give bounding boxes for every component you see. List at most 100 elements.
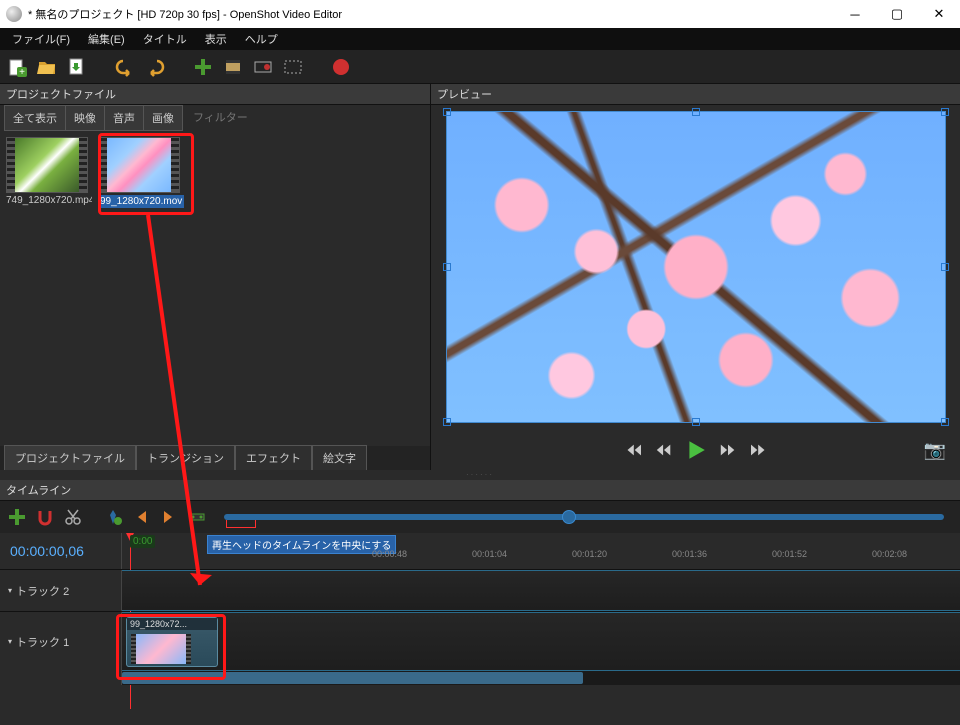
undo-button[interactable]: [114, 56, 136, 78]
new-project-button[interactable]: +: [6, 56, 28, 78]
export-button[interactable]: [330, 56, 352, 78]
prev-marker-button[interactable]: [130, 506, 152, 528]
track-label: トラック 1: [16, 634, 69, 650]
zoom-range-marker: [226, 520, 256, 528]
transform-handle[interactable]: [443, 418, 451, 426]
ruler-tick: 00:01:36: [672, 549, 707, 559]
file-label: 99_1280x720.mov: [98, 195, 184, 208]
playback-controls: 📷: [431, 430, 960, 470]
timeline-clip[interactable]: 99_1280x72...: [126, 617, 218, 667]
redo-button[interactable]: [144, 56, 166, 78]
main-toolbar: +: [0, 50, 960, 84]
track-header[interactable]: ▾ トラック 2: [0, 570, 122, 611]
add-track-button[interactable]: [6, 506, 28, 528]
ruler-tick: 00:02:08: [872, 549, 907, 559]
file-thumbnail-icon: [6, 137, 88, 193]
minimize-button[interactable]: ─: [834, 0, 876, 28]
transform-handle[interactable]: [692, 418, 700, 426]
transform-handle[interactable]: [941, 108, 949, 116]
maximize-button[interactable]: ▢: [876, 0, 918, 28]
tab-effects[interactable]: エフェクト: [235, 445, 312, 470]
film-strip-button[interactable]: [222, 56, 244, 78]
next-marker-button[interactable]: [158, 506, 180, 528]
timeline-header: タイムライン: [0, 480, 960, 501]
center-playhead-button[interactable]: [186, 506, 208, 528]
tab-transitions[interactable]: トランジション: [136, 445, 235, 470]
snapshot-button[interactable]: 📷: [924, 440, 946, 461]
filter-bar: 全て表示 映像 音声 画像: [0, 105, 430, 131]
zoom-slider[interactable]: [224, 514, 944, 520]
play-button[interactable]: [685, 439, 707, 461]
timeline-ruler[interactable]: 0:00 再生ヘッドのタイムラインを中央にする 00:00:48 00:01:0…: [122, 533, 960, 569]
ruler-tick: 00:01:04: [472, 549, 507, 559]
track-body[interactable]: 99_1280x72...: [122, 612, 960, 671]
menu-bar: ファイル(F) 編集(E) タイトル 表示 ヘルプ: [0, 28, 960, 50]
track-row: ▾ トラック 1 99_1280x72...: [0, 611, 960, 671]
marker-button[interactable]: [102, 506, 124, 528]
menu-title[interactable]: タイトル: [135, 29, 195, 49]
fullscreen-button[interactable]: [282, 56, 304, 78]
filter-video[interactable]: 映像: [66, 105, 105, 131]
jump-start-button[interactable]: [621, 439, 643, 461]
tab-emoji[interactable]: 絵文字: [312, 445, 367, 470]
timeline-toolbar: [0, 501, 960, 533]
track-label: トラック 2: [16, 583, 69, 599]
ruler-tick: 00:01:20: [572, 549, 607, 559]
open-project-button[interactable]: [36, 56, 58, 78]
track-body[interactable]: [122, 570, 960, 611]
profile-button[interactable]: [252, 56, 274, 78]
scrollbar-thumb[interactable]: [122, 672, 583, 684]
track-header[interactable]: ▾ トラック 1: [0, 612, 122, 671]
window-titlebar: * 無名のプロジェクト [HD 720p 30 fps] - OpenShot …: [0, 0, 960, 28]
menu-file[interactable]: ファイル(F): [4, 29, 78, 49]
project-files-body[interactable]: 749_1280x720.mp4 99_1280x720.mov: [0, 131, 430, 446]
file-item[interactable]: 749_1280x720.mp4: [6, 137, 92, 206]
ruler-start-marker: 0:00: [130, 535, 155, 548]
tab-project-files[interactable]: プロジェクトファイル: [4, 445, 136, 470]
preview-image: [447, 112, 945, 422]
splitter-handle[interactable]: ······: [0, 470, 960, 480]
jump-end-button[interactable]: [749, 439, 771, 461]
save-project-button[interactable]: [66, 56, 88, 78]
transform-handle[interactable]: [443, 263, 451, 271]
chevron-down-icon: ▾: [8, 586, 12, 595]
ruler-tooltip: 再生ヘッドのタイムラインを中央にする: [207, 535, 396, 554]
snap-button[interactable]: [34, 506, 56, 528]
window-title: * 無名のプロジェクト [HD 720p 30 fps] - OpenShot …: [28, 6, 342, 22]
clip-title: 99_1280x72...: [127, 618, 217, 630]
chevron-down-icon: ▾: [8, 637, 12, 646]
preview-header: プレビュー: [431, 84, 960, 105]
import-file-button[interactable]: [192, 56, 214, 78]
zoom-slider-knob[interactable]: [562, 510, 576, 524]
filter-input[interactable]: [189, 110, 426, 126]
rewind-button[interactable]: [653, 439, 675, 461]
file-item[interactable]: 99_1280x720.mov: [98, 137, 184, 208]
app-logo-icon: [6, 6, 22, 22]
fastforward-button[interactable]: [717, 439, 739, 461]
close-button[interactable]: ✕: [918, 0, 960, 28]
timecode-display: 00:00:00,06: [0, 533, 122, 569]
transform-handle[interactable]: [443, 108, 451, 116]
menu-view[interactable]: 表示: [197, 29, 235, 49]
file-label: 749_1280x720.mp4: [6, 195, 92, 206]
transform-handle[interactable]: [692, 108, 700, 116]
filter-audio[interactable]: 音声: [105, 105, 144, 131]
scrollbar-track[interactable]: [122, 671, 960, 685]
ruler-tick: 00:01:52: [772, 549, 807, 559]
clip-thumbnail-icon: [131, 634, 191, 664]
razor-button[interactable]: [62, 506, 84, 528]
project-files-header: プロジェクトファイル: [0, 84, 430, 105]
menu-help[interactable]: ヘルプ: [237, 29, 286, 49]
track-row: ▾ トラック 2: [0, 569, 960, 611]
project-tab-bar: プロジェクトファイル トランジション エフェクト 絵文字: [0, 446, 430, 470]
menu-edit[interactable]: 編集(E): [80, 29, 133, 49]
preview-frame[interactable]: [446, 111, 946, 423]
file-thumbnail-icon: [98, 137, 180, 193]
preview-body[interactable]: [431, 105, 960, 430]
transform-handle[interactable]: [941, 418, 949, 426]
filter-image[interactable]: 画像: [144, 105, 183, 131]
transform-handle[interactable]: [941, 263, 949, 271]
filter-show-all[interactable]: 全て表示: [4, 105, 66, 131]
ruler-tick: 00:00:48: [372, 549, 407, 559]
timeline-scrollbar: [0, 671, 960, 685]
